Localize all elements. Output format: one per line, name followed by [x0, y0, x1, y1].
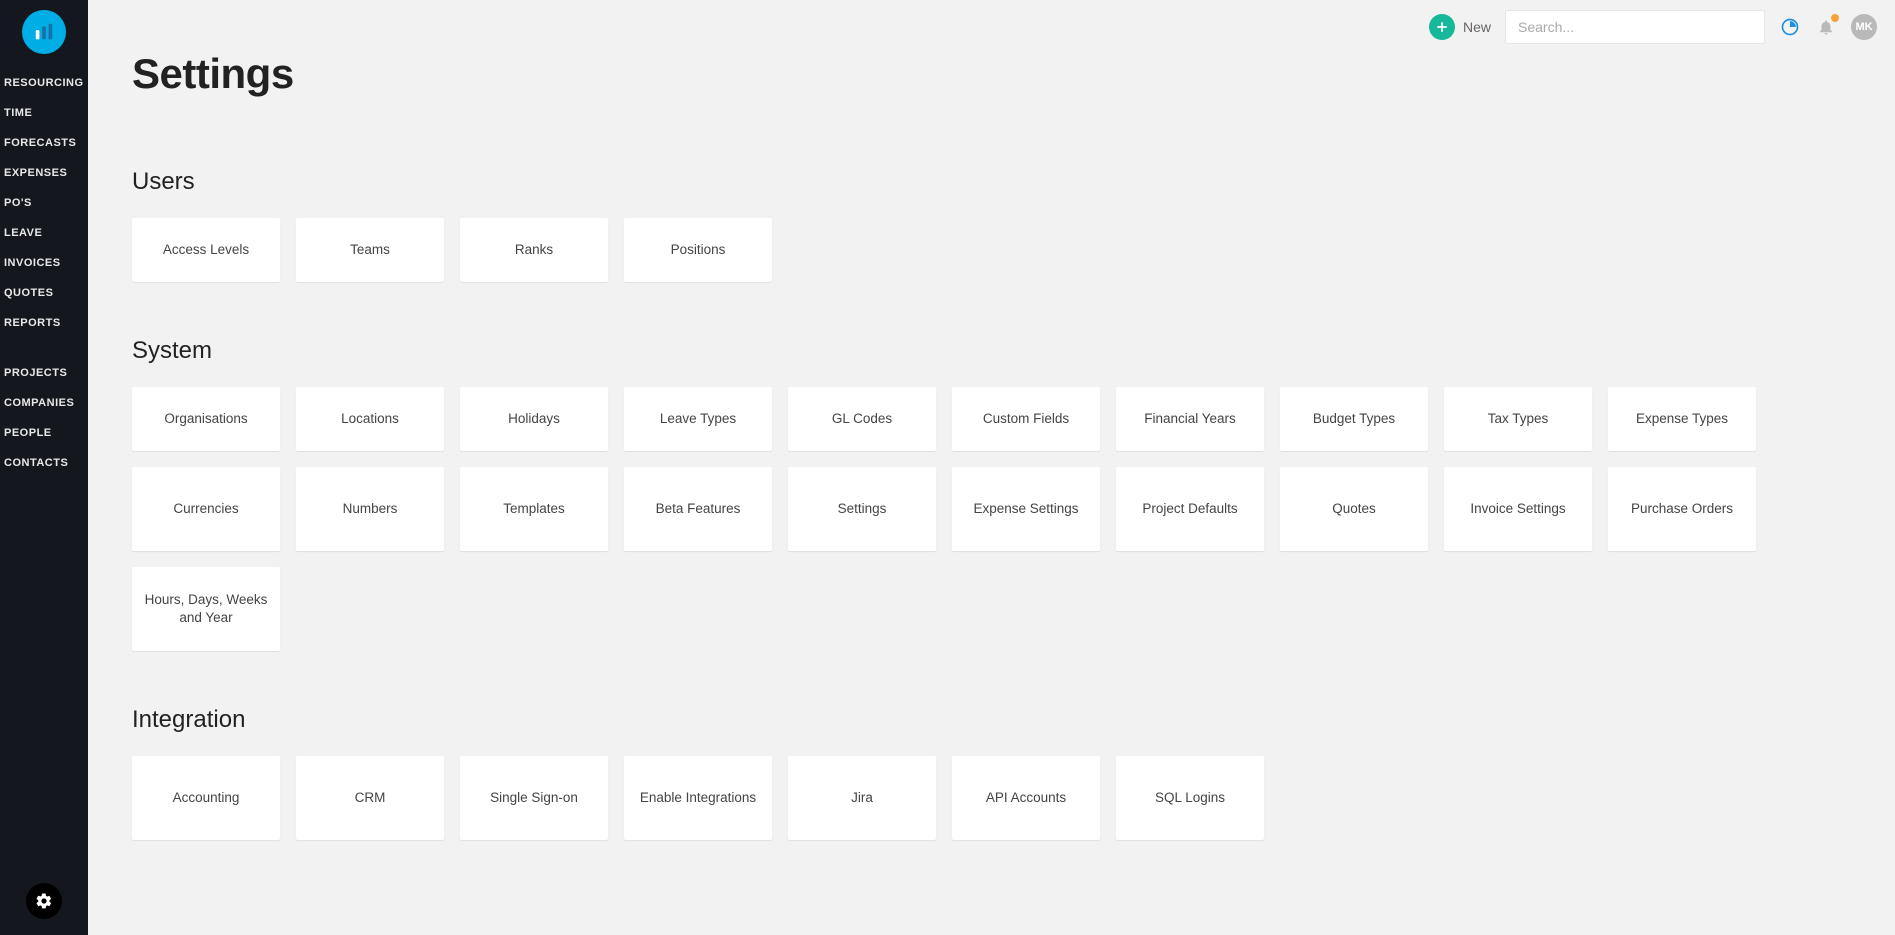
sidebar-item-reports[interactable]: REPORTS — [0, 308, 88, 338]
system-card-grid: Organisations Locations Holidays Leave T… — [132, 387, 1851, 651]
card-settings[interactable]: Settings — [788, 467, 936, 551]
card-templates[interactable]: Templates — [460, 467, 608, 551]
avatar[interactable]: MK — [1851, 14, 1877, 40]
page-title: Settings — [132, 50, 1851, 98]
section-system-title: System — [132, 337, 1851, 365]
search-input[interactable] — [1505, 10, 1765, 44]
sidebar-item-leave[interactable]: LEAVE — [0, 218, 88, 248]
sidebar-item-forecasts[interactable]: FORECASTS — [0, 128, 88, 158]
card-crm[interactable]: CRM — [296, 756, 444, 840]
section-system: System Organisations Locations Holidays … — [132, 337, 1851, 651]
card-teams[interactable]: Teams — [296, 218, 444, 282]
sidebar-item-resourcing[interactable]: RESOURCING — [0, 68, 88, 98]
sidebar-item-quotes[interactable]: QUOTES — [0, 278, 88, 308]
clock-icon — [1780, 17, 1800, 37]
card-leave-types[interactable]: Leave Types — [624, 387, 772, 451]
section-integration-title: Integration — [132, 706, 1851, 734]
new-button[interactable]: New — [1429, 14, 1491, 40]
section-users-title: Users — [132, 168, 1851, 196]
sidebar-item-companies[interactable]: COMPANIES — [0, 388, 88, 418]
gear-icon — [35, 892, 53, 910]
sidebar-item-people[interactable]: PEOPLE — [0, 418, 88, 448]
section-integration: Integration Accounting CRM Single Sign-o… — [132, 706, 1851, 840]
integration-card-grid: Accounting CRM Single Sign-on Enable Int… — [132, 756, 1851, 840]
card-expense-settings[interactable]: Expense Settings — [952, 467, 1100, 551]
card-sql-logins[interactable]: SQL Logins — [1116, 756, 1264, 840]
card-gl-codes[interactable]: GL Codes — [788, 387, 936, 451]
sidebar-item-contacts[interactable]: CONTACTS — [0, 448, 88, 478]
card-hours-days-weeks-year[interactable]: Hours, Days, Weeks and Year — [132, 567, 280, 651]
card-currencies[interactable]: Currencies — [132, 467, 280, 551]
card-budget-types[interactable]: Budget Types — [1280, 387, 1428, 451]
sidebar-item-invoices[interactable]: INVOICES — [0, 248, 88, 278]
main: New MK Settings Users — [88, 0, 1895, 935]
logo-icon — [22, 10, 66, 54]
new-button-label: New — [1463, 19, 1491, 35]
card-organisations[interactable]: Organisations — [132, 387, 280, 451]
logo[interactable] — [0, 0, 88, 68]
sidebar: RESOURCING TIME FORECASTS EXPENSES PO'S … — [0, 0, 88, 935]
sidebar-item-time[interactable]: TIME — [0, 98, 88, 128]
card-jira[interactable]: Jira — [788, 756, 936, 840]
notification-dot — [1831, 14, 1839, 22]
plus-icon — [1429, 14, 1455, 40]
section-users: Users Access Levels Teams Ranks Position… — [132, 168, 1851, 282]
card-numbers[interactable]: Numbers — [296, 467, 444, 551]
nav-separator — [0, 338, 88, 358]
clock-button[interactable] — [1779, 16, 1801, 38]
card-positions[interactable]: Positions — [624, 218, 772, 282]
card-enable-integrations[interactable]: Enable Integrations — [624, 756, 772, 840]
card-accounting[interactable]: Accounting — [132, 756, 280, 840]
card-purchase-orders[interactable]: Purchase Orders — [1608, 467, 1756, 551]
card-holidays[interactable]: Holidays — [460, 387, 608, 451]
card-invoice-settings[interactable]: Invoice Settings — [1444, 467, 1592, 551]
sidebar-item-pos[interactable]: PO'S — [0, 188, 88, 218]
card-quotes[interactable]: Quotes — [1280, 467, 1428, 551]
card-financial-years[interactable]: Financial Years — [1116, 387, 1264, 451]
card-project-defaults[interactable]: Project Defaults — [1116, 467, 1264, 551]
card-expense-types[interactable]: Expense Types — [1608, 387, 1756, 451]
card-access-levels[interactable]: Access Levels — [132, 218, 280, 282]
topbar: New MK — [88, 0, 1895, 46]
notifications-button[interactable] — [1815, 16, 1837, 38]
card-api-accounts[interactable]: API Accounts — [952, 756, 1100, 840]
sidebar-item-expenses[interactable]: EXPENSES — [0, 158, 88, 188]
card-ranks[interactable]: Ranks — [460, 218, 608, 282]
sidebar-nav: RESOURCING TIME FORECASTS EXPENSES PO'S … — [0, 68, 88, 478]
users-card-grid: Access Levels Teams Ranks Positions — [132, 218, 1851, 282]
settings-fab[interactable] — [26, 883, 62, 919]
card-custom-fields[interactable]: Custom Fields — [952, 387, 1100, 451]
content: Settings Users Access Levels Teams Ranks… — [88, 46, 1895, 935]
card-beta-features[interactable]: Beta Features — [624, 467, 772, 551]
card-locations[interactable]: Locations — [296, 387, 444, 451]
sidebar-item-projects[interactable]: PROJECTS — [0, 358, 88, 388]
card-single-sign-on[interactable]: Single Sign-on — [460, 756, 608, 840]
card-tax-types[interactable]: Tax Types — [1444, 387, 1592, 451]
